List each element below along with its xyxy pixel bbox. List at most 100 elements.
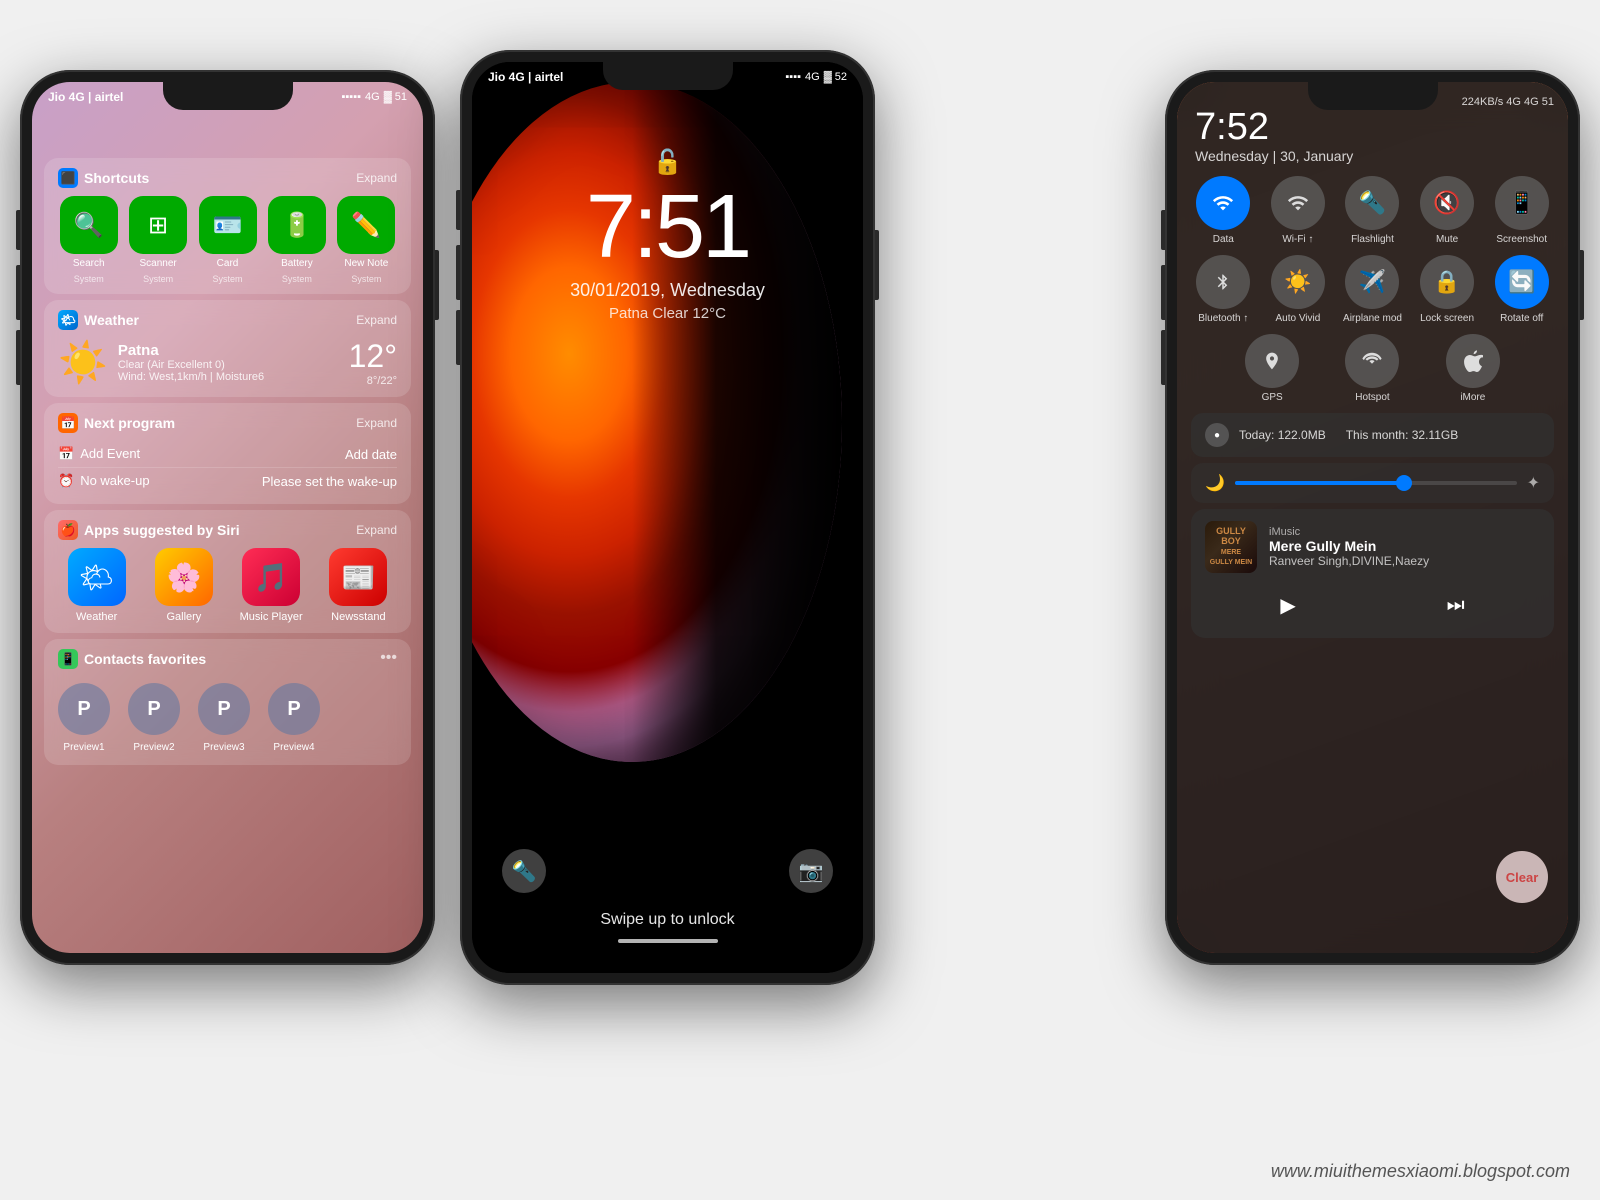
mute-toggle-btn[interactable]: 🔇 bbox=[1420, 176, 1474, 230]
siri-app-gallery[interactable]: 🌸 Gallery bbox=[145, 548, 222, 623]
weather-header: 🌤 Weather Expand bbox=[58, 310, 397, 330]
hotspot-toggle-btn[interactable] bbox=[1345, 334, 1399, 388]
toggle-imore[interactable]: iMore bbox=[1428, 334, 1518, 403]
phone2-mute-switch[interactable] bbox=[456, 190, 460, 230]
shortcut-search[interactable]: 🔍 Search System bbox=[58, 196, 119, 284]
siri-expand[interactable]: Expand bbox=[356, 523, 397, 537]
mute-switch[interactable] bbox=[16, 210, 20, 250]
siri-icon: 🍎 bbox=[58, 520, 78, 540]
weather-info: Patna Clear (Air Excellent 0) Wind: West… bbox=[118, 342, 339, 383]
toggle-bluetooth[interactable]: Bluetooth ↑ bbox=[1191, 255, 1256, 324]
weather-wind: Wind: West,1km/h | Moisture6 bbox=[118, 371, 339, 383]
calendar-expand[interactable]: Expand bbox=[356, 416, 397, 430]
weather-temp-section: 12° 8°/22° bbox=[349, 338, 397, 387]
camera-shortcut[interactable]: 📷 bbox=[789, 849, 833, 893]
phone2-power-button[interactable] bbox=[875, 230, 879, 300]
imore-toggle-btn[interactable] bbox=[1446, 334, 1500, 388]
phone2-volume-up[interactable] bbox=[456, 245, 460, 300]
rotate-toggle-btn[interactable]: 🔄 bbox=[1495, 255, 1549, 309]
power-button[interactable] bbox=[435, 250, 439, 320]
bluetooth-toggle-btn[interactable] bbox=[1196, 255, 1250, 309]
volume-up-button[interactable] bbox=[16, 265, 20, 320]
brightness-track[interactable] bbox=[1235, 481, 1517, 485]
toggle-hotspot[interactable]: Hotspot bbox=[1327, 334, 1417, 403]
home-indicator[interactable] bbox=[618, 939, 718, 943]
watermark: www.miuithemesxiaomi.blogspot.com bbox=[1271, 1161, 1570, 1182]
calendar-icon: 📅 bbox=[58, 413, 78, 433]
shortcut-battery[interactable]: 🔋 Battery System bbox=[266, 196, 327, 284]
siri-widget: 🍎 Apps suggested by Siri Expand 🌤 Weathe… bbox=[44, 510, 411, 633]
siri-header: 🍎 Apps suggested by Siri Expand bbox=[58, 520, 397, 540]
weather-temp: 12° bbox=[349, 338, 397, 375]
lockscreen-bg: Jio 4G | airtel ▪▪▪▪ 4G ▓ 52 🔓 7:51 30/0… bbox=[472, 62, 863, 973]
music-app-name: iMusic bbox=[1269, 526, 1540, 538]
gps-toggle-btn[interactable] bbox=[1245, 334, 1299, 388]
toggle-screenshot[interactable]: 📱 Screenshot bbox=[1489, 176, 1554, 245]
shortcut-newnote[interactable]: ✏️ New Note System bbox=[336, 196, 397, 284]
phone3-screen: 224KB/s 4G 4G 51 7:52 Wednesday | 30, Ja… bbox=[1177, 82, 1568, 953]
weather-sun-icon: ☀️ bbox=[58, 339, 108, 386]
wifi-toggle-btn[interactable] bbox=[1271, 176, 1325, 230]
toggle-flashlight[interactable]: 🔦 Flashlight bbox=[1340, 176, 1405, 245]
toggle-airplane[interactable]: ✈️ Airplane mod bbox=[1340, 255, 1405, 324]
add-date[interactable]: Add date bbox=[345, 447, 397, 462]
status-right: ▪▪▪▪▪ 4G ▓ 51 bbox=[342, 91, 408, 103]
weather-desc: Clear (Air Excellent 0) bbox=[118, 359, 339, 371]
screenshot-toggle-btn[interactable]: 📱 bbox=[1495, 176, 1549, 230]
phone3-volume-up[interactable] bbox=[1161, 265, 1165, 320]
phone3-mute-switch[interactable] bbox=[1161, 210, 1165, 250]
music-artist: Ranveer Singh,DIVINE,Naezy bbox=[1269, 554, 1540, 568]
album-art: GULLY BOYMERE GULLY MEIN bbox=[1205, 521, 1257, 573]
weather-expand[interactable]: Expand bbox=[356, 313, 397, 327]
cc-time: 7:52 bbox=[1177, 108, 1568, 146]
phone2-volume-down[interactable] bbox=[456, 310, 460, 365]
toggle-gps[interactable]: GPS bbox=[1227, 334, 1317, 403]
flashlight-toggle-btn[interactable]: 🔦 bbox=[1345, 176, 1399, 230]
contact-avatar-4: P bbox=[268, 683, 320, 735]
toggle-wifi[interactable]: Wi-Fi ↑ bbox=[1266, 176, 1331, 245]
toggle-data[interactable]: Data bbox=[1191, 176, 1256, 245]
toggle-row-2: Bluetooth ↑ ☀️ Auto Vivid ✈️ Airplane mo… bbox=[1177, 255, 1568, 324]
signal-icon: ▪▪▪▪▪ bbox=[342, 91, 362, 103]
weather-city: Patna bbox=[118, 342, 339, 359]
lock-weather: Patna Clear 12°C bbox=[472, 305, 863, 322]
siri-app-newsstand[interactable]: 📰 Newsstand bbox=[320, 548, 397, 623]
lockscreen-toggle-btn[interactable]: 🔒 bbox=[1420, 255, 1474, 309]
volume-down-button[interactable] bbox=[16, 330, 20, 385]
shortcut-scanner[interactable]: ⊞ Scanner System bbox=[127, 196, 188, 284]
brightness-thumb[interactable] bbox=[1396, 475, 1412, 491]
shortcuts-expand[interactable]: Expand bbox=[356, 171, 397, 185]
flashlight-shortcut[interactable]: 🔦 bbox=[502, 849, 546, 893]
lock-time: 7:51 bbox=[472, 182, 863, 272]
swipe-text: Swipe up to unlock bbox=[472, 911, 863, 929]
shortcut-card[interactable]: 🪪 Card System bbox=[197, 196, 258, 284]
fast-forward-button[interactable]: ⏭ bbox=[1427, 586, 1485, 625]
contact-4[interactable]: P Preview4 bbox=[268, 683, 320, 753]
toggle-lockscreen[interactable]: 🔒 Lock screen bbox=[1415, 255, 1480, 324]
contacts-more[interactable]: ••• bbox=[380, 649, 397, 667]
clear-button[interactable]: Clear bbox=[1496, 851, 1548, 903]
siri-title: 🍎 Apps suggested by Siri bbox=[58, 520, 240, 540]
siri-app-music[interactable]: 🎵 Music Player bbox=[233, 548, 310, 623]
toggle-row-1: Data Wi-Fi ↑ 🔦 Flashlight 🔇 Mute bbox=[1177, 176, 1568, 245]
contact-1[interactable]: P Preview1 bbox=[58, 683, 110, 753]
lockscreen-data: 4G bbox=[805, 71, 820, 83]
contact-3[interactable]: P Preview3 bbox=[198, 683, 250, 753]
weather-content: ☀️ Patna Clear (Air Excellent 0) Wind: W… bbox=[58, 338, 397, 387]
phone3-volume-down[interactable] bbox=[1161, 330, 1165, 385]
data-toggle-btn[interactable] bbox=[1196, 176, 1250, 230]
contact-2[interactable]: P Preview2 bbox=[128, 683, 180, 753]
play-button[interactable]: ▶ bbox=[1260, 585, 1315, 626]
siri-app-weather[interactable]: 🌤 Weather bbox=[58, 548, 135, 623]
airplane-toggle-btn[interactable]: ✈️ bbox=[1345, 255, 1399, 309]
toggle-autovivid[interactable]: ☀️ Auto Vivid bbox=[1266, 255, 1331, 324]
phone3-frame: 224KB/s 4G 4G 51 7:52 Wednesday | 30, Ja… bbox=[1165, 70, 1580, 965]
shortcuts-title: ⬛ Shortcuts bbox=[58, 168, 149, 188]
toggle-rotate[interactable]: 🔄 Rotate off bbox=[1489, 255, 1554, 324]
toggle-mute[interactable]: 🔇 Mute bbox=[1415, 176, 1480, 245]
phone3-power-button[interactable] bbox=[1580, 250, 1584, 320]
phone1-frame: Jio 4G | airtel ▪▪▪▪▪ 4G ▓ 51 🔍 iSearch … bbox=[20, 70, 435, 965]
lock-date: 30/01/2019, Wednesday bbox=[472, 280, 863, 301]
weather-icon: 🌤 bbox=[58, 310, 78, 330]
autovivid-toggle-btn[interactable]: ☀️ bbox=[1271, 255, 1325, 309]
